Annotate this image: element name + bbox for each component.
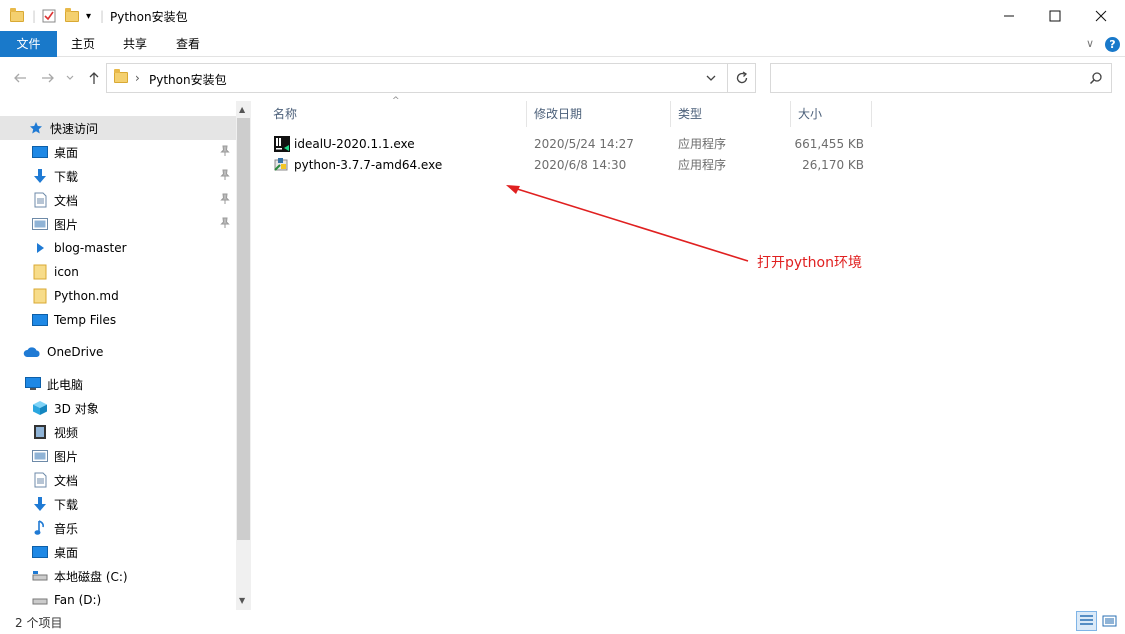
annotation-label: 打开python环境 [757, 255, 862, 271]
large-icons-view-button[interactable] [1099, 611, 1120, 631]
item-count: 2 个项目 [15, 616, 63, 630]
details-view-button[interactable] [1076, 611, 1097, 631]
annotation-arrow [506, 185, 749, 262]
status-bar: 2 个项目 [0, 610, 1125, 634]
details-view-icon [1080, 615, 1093, 625]
large-icons-view-icon [1102, 615, 1117, 627]
